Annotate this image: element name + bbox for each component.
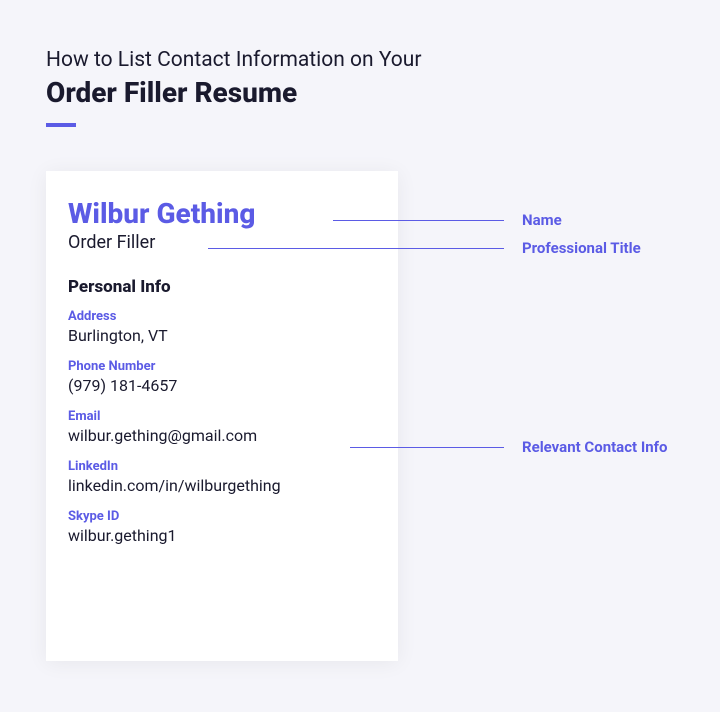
linkedin-value: linkedin.com/in/wilburgething xyxy=(68,476,376,495)
annotation-line xyxy=(350,447,504,448)
personal-info-heading: Personal Info xyxy=(68,277,376,297)
skype-label: Skype ID xyxy=(68,509,376,524)
header-underline xyxy=(46,123,76,127)
page-container: How to List Contact Information on Your … xyxy=(0,0,720,701)
header-subtitle: How to List Contact Information on Your xyxy=(46,48,680,72)
email-label: Email xyxy=(68,409,376,424)
annotation-name-label: Name xyxy=(522,211,562,229)
annotation-title-label: Professional Title xyxy=(522,239,641,257)
address-value: Burlington, VT xyxy=(68,326,376,345)
address-label: Address xyxy=(68,309,376,324)
annotation-name: Name xyxy=(333,211,562,229)
annotation-contact: Relevant Contact Info xyxy=(350,438,667,456)
content-row: Wilbur Gething Order Filler Personal Inf… xyxy=(46,171,680,661)
skype-value: wilbur.gething1 xyxy=(68,526,376,545)
annotation-line xyxy=(333,220,504,221)
header-title: Order Filler Resume xyxy=(46,76,680,109)
phone-value: (979) 181-4657 xyxy=(68,376,376,395)
phone-label: Phone Number xyxy=(68,359,376,374)
email-value: wilbur.gething@gmail.com xyxy=(68,426,376,445)
annotation-line xyxy=(208,248,504,249)
annotation-contact-label: Relevant Contact Info xyxy=(522,438,667,456)
resume-name: Wilbur Gething xyxy=(68,197,376,230)
linkedin-label: LinkedIn xyxy=(68,459,376,474)
annotation-title: Professional Title xyxy=(208,239,641,257)
